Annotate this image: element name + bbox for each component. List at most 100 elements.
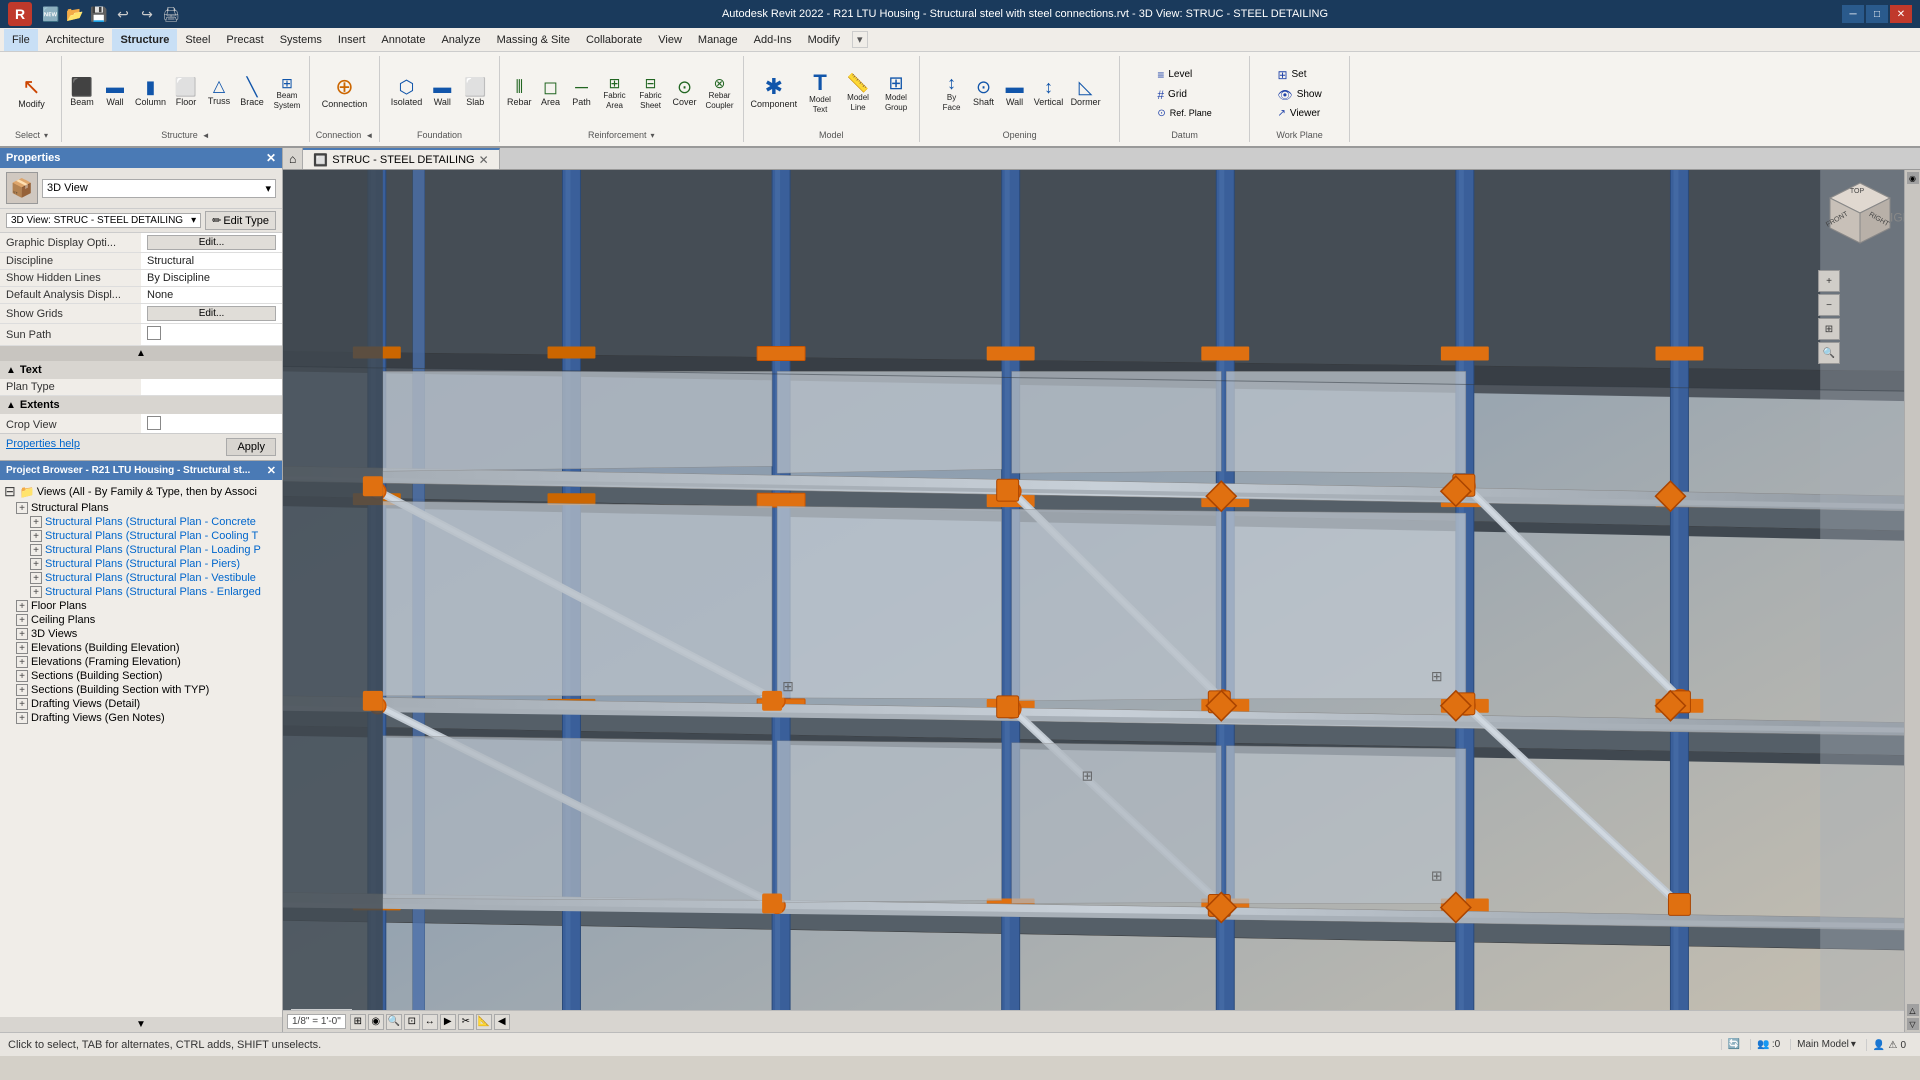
tree-item-sections-building-typ[interactable]: + Sections (Building Section with TYP)	[0, 683, 282, 697]
tree-item-struct-vestibule[interactable]: + Structural Plans (Structural Plan - Ve…	[0, 571, 282, 585]
vp-toolbar-btn2[interactable]: ◉	[368, 1014, 384, 1030]
viewport-tab-struc[interactable]: 🔲 STRUC - STEEL DETAILING ✕	[303, 148, 499, 169]
expand-struct-loading[interactable]: +	[30, 544, 42, 556]
structure-group-expand[interactable]: ◄	[202, 131, 210, 140]
connection-group-expand[interactable]: ◄	[365, 131, 373, 140]
ribbon-btn-rebar-coupler[interactable]: ⊗ RebarCoupler	[701, 74, 739, 112]
menu-insert[interactable]: Insert	[330, 29, 374, 51]
menu-view[interactable]: View	[650, 29, 690, 51]
ribbon-btn-fabric-area[interactable]: ⊞ FabricArea	[598, 74, 632, 112]
ribbon-btn-fabric-sheet[interactable]: ⊟ FabricSheet	[633, 74, 669, 112]
expand-sections-building[interactable]: +	[16, 670, 28, 682]
viewport-canvas[interactable]: ⊞ ⊞ ⊞ ⊞	[283, 170, 1920, 1032]
properties-close-btn[interactable]: ✕	[266, 151, 276, 165]
expand-struct-piers[interactable]: +	[30, 558, 42, 570]
ribbon-btn-set[interactable]: ⊞ Set	[1273, 66, 1325, 84]
maximize-button[interactable]: □	[1866, 5, 1888, 23]
reinforcement-group-expand[interactable]: ▾	[651, 131, 655, 140]
project-browser-content[interactable]: ⊟ 📁 Views (All - By Family & Type, then …	[0, 480, 282, 1017]
menu-modify[interactable]: Modify	[800, 29, 848, 51]
expand-drafting-notes[interactable]: +	[16, 712, 28, 724]
minimize-button[interactable]: ─	[1842, 5, 1864, 23]
tree-item-structural-plans[interactable]: + Structural Plans	[0, 501, 282, 515]
qa-open-btn[interactable]: 📂	[64, 3, 86, 25]
ribbon-btn-modify[interactable]: ↖ Modify	[13, 74, 51, 112]
text-section-header[interactable]: ▲ Text	[0, 361, 282, 379]
tree-item-elev-framing[interactable]: + Elevations (Framing Elevation)	[0, 655, 282, 669]
expand-struct-cooling[interactable]: +	[30, 530, 42, 542]
zoom-in-btn[interactable]: +	[1818, 270, 1840, 292]
qa-redo-btn[interactable]: ↪	[136, 3, 158, 25]
menu-file[interactable]: File	[4, 29, 38, 51]
ribbon-btn-floor[interactable]: ⬜ Floor	[170, 76, 202, 110]
tree-item-floor-plans[interactable]: + Floor Plans	[0, 599, 282, 613]
close-button[interactable]: ✕	[1890, 5, 1912, 23]
edit-type-button[interactable]: ✏ Edit Type	[205, 211, 276, 230]
menu-annotate[interactable]: Annotate	[373, 29, 433, 51]
context-menu-dropdown[interactable]: ▾	[852, 31, 868, 48]
tree-root[interactable]: ⊟ 📁 Views (All - By Family & Type, then …	[0, 482, 282, 501]
vp-toolbar-btn9[interactable]: ◀	[494, 1014, 510, 1030]
ribbon-btn-isolated[interactable]: ⬡ Isolated	[388, 76, 426, 110]
ribbon-btn-beam[interactable]: ⬛ Beam	[66, 76, 98, 110]
ribbon-btn-vertical[interactable]: ↕ Vertical	[1031, 76, 1067, 110]
status-model-selector[interactable]: Main Model ▾	[1790, 1039, 1862, 1050]
qa-save-btn[interactable]: 💾	[88, 3, 110, 25]
vp-toolbar-btn5[interactable]: ↔	[422, 1014, 438, 1030]
expand-struct-enlarged[interactable]: +	[30, 586, 42, 598]
menu-architecture[interactable]: Architecture	[38, 29, 113, 51]
tree-item-ceiling-plans[interactable]: + Ceiling Plans	[0, 613, 282, 627]
tree-item-struct-concrete[interactable]: + Structural Plans (Structural Plan - Co…	[0, 515, 282, 529]
ribbon-btn-brace[interactable]: ╲ Brace	[236, 76, 268, 110]
properties-apply-btn[interactable]: Apply	[226, 438, 276, 456]
ribbon-btn-cover[interactable]: ⊙ Cover	[670, 76, 700, 110]
expand-structural-plans[interactable]: +	[16, 502, 28, 514]
ribbon-btn-viewer[interactable]: ↗ Viewer	[1273, 106, 1325, 121]
expand-struct-vestibule[interactable]: +	[30, 572, 42, 584]
right-ctrl-3[interactable]: ▽	[1907, 1018, 1919, 1030]
status-sync-btn[interactable]: 🔄	[1721, 1039, 1746, 1050]
view-type-dropdown[interactable]: 3D View ▾	[42, 179, 276, 198]
ribbon-btn-model-text[interactable]: T ModelText	[801, 70, 839, 116]
type-dropdown[interactable]: 3D View: STRUC - STEEL DETAILING ▾	[6, 213, 201, 228]
zoom-out-btn[interactable]: −	[1818, 294, 1840, 316]
vp-toolbar-btn8[interactable]: 📐	[476, 1014, 492, 1030]
expand-drafting-detail[interactable]: +	[16, 698, 28, 710]
sun-path-checkbox[interactable]	[147, 326, 161, 340]
menu-massing[interactable]: Massing & Site	[489, 29, 578, 51]
properties-help-link[interactable]: Properties help	[6, 438, 80, 456]
tree-item-elev-building[interactable]: + Elevations (Building Elevation)	[0, 641, 282, 655]
menu-collaborate[interactable]: Collaborate	[578, 29, 650, 51]
menu-addins[interactable]: Add-Ins	[746, 29, 800, 51]
ribbon-btn-column[interactable]: ▮ Column	[132, 76, 169, 110]
ribbon-btn-model-line[interactable]: 📏 ModelLine	[840, 72, 876, 114]
menu-precast[interactable]: Precast	[218, 29, 271, 51]
vp-toolbar-btn3[interactable]: 🔍	[386, 1014, 402, 1030]
vp-toolbar-btn7[interactable]: ✂	[458, 1014, 474, 1030]
ribbon-btn-dormer[interactable]: ◺ Dormer	[1068, 76, 1104, 110]
qa-print-btn[interactable]: 🖨	[160, 3, 182, 25]
ribbon-btn-model-group[interactable]: ⊞ ModelGroup	[877, 72, 915, 114]
ribbon-btn-grid[interactable]: # Grid	[1153, 86, 1215, 104]
ribbon-btn-ref-plane[interactable]: ⊙ Ref. Plane	[1153, 106, 1215, 121]
properties-scroll[interactable]: Graphic Display Opti... Edit... Discipli…	[0, 233, 282, 433]
ribbon-btn-component[interactable]: ✱ Component	[748, 74, 801, 112]
ribbon-btn-wall-found[interactable]: ▬ Wall	[426, 76, 458, 110]
ribbon-btn-connection[interactable]: ⊕ Connection	[319, 74, 371, 112]
right-ctrl-2[interactable]: △	[1907, 1004, 1919, 1016]
menu-manage[interactable]: Manage	[690, 29, 746, 51]
qa-undo-btn[interactable]: ↩	[112, 3, 134, 25]
tree-item-drafting-notes[interactable]: + Drafting Views (Gen Notes)	[0, 711, 282, 725]
menu-structure[interactable]: Structure	[112, 29, 177, 51]
expand-sections-building-typ[interactable]: +	[16, 684, 28, 696]
ribbon-btn-shaft[interactable]: ⊙ Shaft	[969, 76, 999, 110]
extents-section-header[interactable]: ▲ Extents	[0, 396, 282, 414]
tree-item-struct-piers[interactable]: + Structural Plans (Structural Plan - Pi…	[0, 557, 282, 571]
status-worksets-btn[interactable]: 👥 :0	[1750, 1039, 1786, 1050]
scroll-arrow-up[interactable]: ▲	[0, 346, 282, 361]
tree-item-struct-enlarged[interactable]: + Structural Plans (Structural Plans - E…	[0, 585, 282, 599]
ribbon-btn-slab[interactable]: ⬜ Slab	[459, 76, 491, 110]
ribbon-btn-path[interactable]: ─ Path	[567, 76, 597, 110]
browser-scroll-down[interactable]: ▼	[0, 1017, 282, 1032]
ribbon-btn-truss[interactable]: △ Truss	[203, 77, 235, 109]
